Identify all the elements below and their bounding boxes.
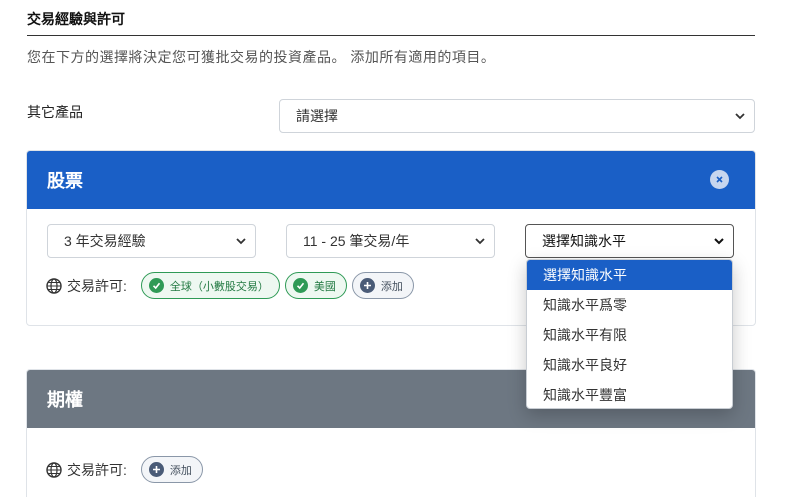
plus-icon xyxy=(359,278,375,293)
chevron-down-icon xyxy=(714,238,724,245)
options-permissions-row: 交易許可: 添加 xyxy=(46,456,208,483)
other-products-label: 其它產品 xyxy=(27,104,83,120)
knowledge-option-none[interactable]: 知識水平爲零 xyxy=(527,290,732,320)
globe-icon xyxy=(46,461,62,478)
add-permission-label: 添加 xyxy=(380,280,403,293)
knowledge-option-extensive[interactable]: 知識水平豐富 xyxy=(527,380,732,408)
stocks-permissions-row: 交易許可: 全球（小數股交易） 美國 添加 xyxy=(46,272,419,299)
section-description: 您在下方的選擇將決定您可獲批交易的投資產品。 添加所有適用的項目。 xyxy=(27,49,496,65)
stocks-card-header: 股票 xyxy=(27,151,755,209)
close-icon[interactable] xyxy=(710,170,729,189)
add-permission-button[interactable]: 添加 xyxy=(351,272,414,299)
check-icon xyxy=(148,278,164,293)
options-add-permission-label: 添加 xyxy=(169,464,192,477)
options-permissions-label: 交易許可: xyxy=(67,461,127,478)
check-icon xyxy=(292,278,308,293)
knowledge-dropdown-menu: 選擇知識水平 知識水平爲零 知識水平有限 知識水平良好 知識水平豐富 xyxy=(526,259,733,409)
frequency-select-value: 11 - 25 筆交易/年 xyxy=(303,233,410,249)
plus-icon xyxy=(148,462,164,477)
permission-us-label: 美國 xyxy=(313,280,336,293)
section-divider xyxy=(27,35,755,36)
knowledge-option-select[interactable]: 選擇知識水平 xyxy=(527,260,732,290)
knowledge-option-good[interactable]: 知識水平良好 xyxy=(527,350,732,380)
knowledge-select[interactable]: 選擇知識水平 xyxy=(525,224,734,258)
options-title: 期權 xyxy=(47,390,83,410)
stocks-permissions-label: 交易許可: xyxy=(67,277,127,294)
chevron-down-icon xyxy=(735,113,745,120)
knowledge-select-value: 選擇知識水平 xyxy=(542,233,626,249)
chevron-down-icon xyxy=(475,238,485,245)
chevron-down-icon xyxy=(236,238,246,245)
experience-select-value: 3 年交易經驗 xyxy=(64,233,146,249)
permission-global-badge[interactable]: 全球（小數股交易） xyxy=(140,272,280,299)
permission-global-label: 全球（小數股交易） xyxy=(169,280,269,293)
other-products-select[interactable]: 請選擇 xyxy=(279,99,755,133)
options-add-permission-button[interactable]: 添加 xyxy=(140,456,203,483)
other-products-select-value: 請選擇 xyxy=(296,108,338,124)
permission-us-badge[interactable]: 美國 xyxy=(284,272,347,299)
frequency-select[interactable]: 11 - 25 筆交易/年 xyxy=(286,224,495,258)
knowledge-option-limited[interactable]: 知識水平有限 xyxy=(527,320,732,350)
section-title: 交易經驗與許可 xyxy=(27,11,125,27)
experience-select[interactable]: 3 年交易經驗 xyxy=(47,224,256,258)
globe-icon xyxy=(46,277,62,294)
stocks-title: 股票 xyxy=(47,171,83,191)
